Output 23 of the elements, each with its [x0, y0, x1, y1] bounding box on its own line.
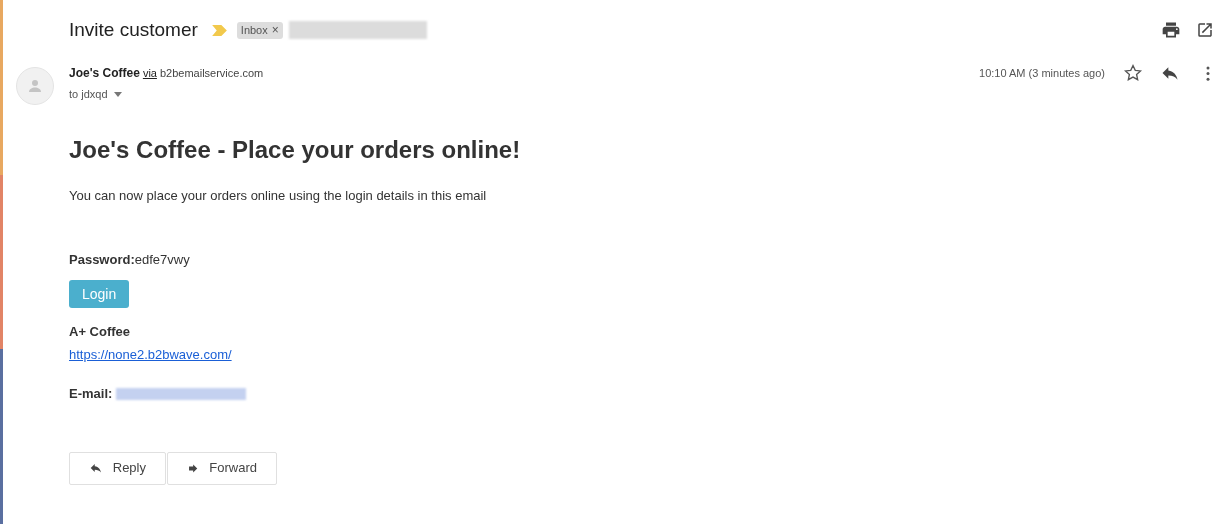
more-options-icon[interactable] [1206, 65, 1210, 81]
intro-text: You can now place your orders online using the login details in this email [69, 187, 487, 205]
received-time: 10:10 AM (3 minutes ago) [979, 65, 1105, 81]
importance-marker-icon [211, 24, 227, 36]
avatar [16, 67, 54, 105]
print-icon[interactable] [1161, 20, 1181, 40]
remove-label-button[interactable]: × [271, 24, 279, 36]
sender-service: b2bemailservice.com [159, 66, 264, 81]
recipient-dropdown[interactable]: to jdxqd [69, 86, 264, 103]
star-icon[interactable] [1123, 63, 1143, 83]
open-in-new-window-icon[interactable] [1196, 21, 1214, 39]
email-subject: Invite customer [69, 17, 198, 42]
site-link[interactable]: https://none2.b2bwave.com/ [69, 344, 232, 364]
inbox-label: Inbox × [236, 21, 283, 39]
company-name: A+ Coffee [69, 323, 131, 341]
reply-button[interactable]: Reply [69, 451, 166, 485]
via-link[interactable]: via [142, 65, 157, 82]
password-text: Password:edfe7vwy [69, 250, 190, 269]
forward-button[interactable]: Forward [167, 451, 277, 485]
sender-name: Joe's Coffee [69, 65, 140, 82]
caret-icon [113, 91, 122, 97]
email-label: E-mail: [69, 385, 113, 403]
message-heading: Joe's Coffee - Place your orders online! [69, 135, 521, 165]
